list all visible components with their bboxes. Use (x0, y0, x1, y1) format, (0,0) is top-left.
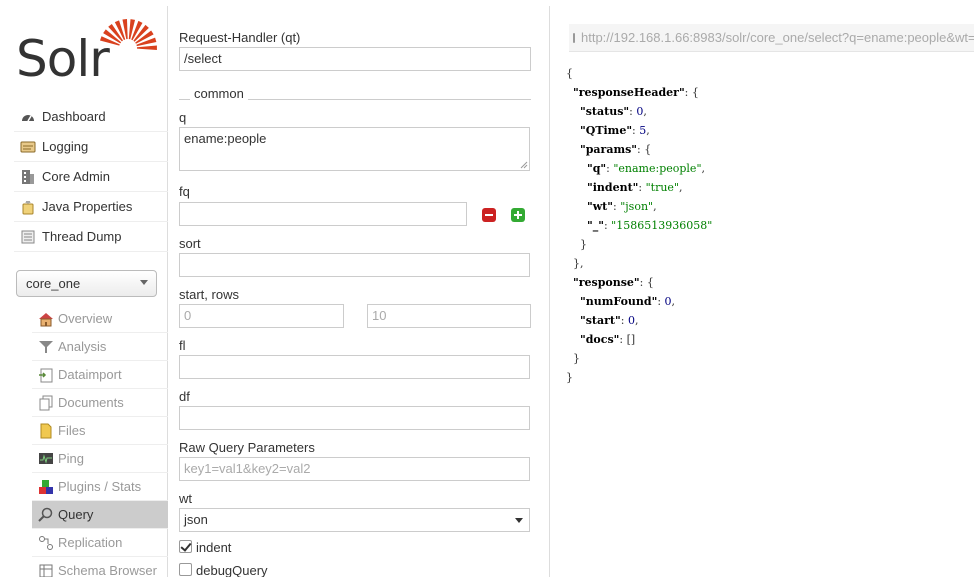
df-input[interactable] (179, 406, 530, 430)
link-icon (573, 32, 575, 43)
core-nav-files[interactable]: Files (32, 417, 168, 445)
core-nav-schema-browser[interactable]: Schema Browser (32, 557, 168, 577)
chevron-down-icon (140, 280, 148, 285)
fl-label: fl (179, 338, 186, 353)
fq-label: fq (179, 184, 190, 199)
analysis-icon (39, 340, 53, 353)
logo-ray (136, 45, 157, 51)
query-url: http://192.168.1.66:8983/solr/core_one/s… (581, 30, 974, 45)
debug-query-label: debugQuery (196, 563, 268, 577)
q-value: ename:people (184, 131, 267, 146)
sort-label: sort (179, 236, 201, 251)
overview-icon (39, 312, 53, 326)
schema-browser-icon (39, 564, 53, 577)
dashboard-icon (22, 114, 34, 121)
replication-icon (39, 535, 53, 550)
nav-item-logging[interactable]: Logging (14, 132, 168, 162)
indent-label: indent (196, 540, 232, 555)
raw-params-label: Raw Query Parameters (179, 440, 315, 455)
raw-params-input[interactable]: key1=val1&key2=val2 (179, 457, 530, 481)
common-legend: common (190, 86, 248, 101)
core-nav-dataimport[interactable]: Dataimport (32, 361, 168, 389)
debug-query-checkbox[interactable] (179, 563, 192, 576)
df-label: df (179, 389, 190, 404)
remove-fq-button[interactable] (482, 208, 496, 222)
nav-item-dashboard[interactable]: Dashboard (14, 102, 168, 132)
core-admin-icon (22, 169, 34, 184)
java-properties-icon (22, 200, 34, 214)
core-nav-ping[interactable]: Ping (32, 445, 168, 473)
start-rows-label: start, rows (179, 287, 239, 302)
query-url-bar[interactable]: http://192.168.1.66:8983/solr/core_one/s… (569, 24, 974, 52)
nav-item-java-properties[interactable]: Java Properties (14, 192, 168, 222)
core-nav-overview[interactable]: Overview (32, 305, 168, 333)
ping-icon (39, 452, 53, 464)
indent-checkbox[interactable] (179, 540, 192, 553)
core-nav: Overview Analysis Dataimport Documents F… (32, 305, 168, 577)
files-icon (40, 423, 52, 438)
rows-input[interactable]: 10 (367, 304, 531, 328)
thread-dump-icon (21, 230, 35, 243)
add-fq-button[interactable] (511, 208, 525, 222)
start-input[interactable]: 0 (179, 304, 344, 328)
response-json: { "responseHeader": { "status": 0, "QTim… (566, 67, 713, 384)
nav-item-core-admin[interactable]: Core Admin (14, 162, 168, 192)
core-nav-analysis[interactable]: Analysis (32, 333, 168, 361)
logo-wordmark: Solr (16, 30, 110, 88)
resize-handle-icon[interactable] (520, 161, 528, 169)
plugins-icon (39, 479, 53, 494)
q-textarea[interactable]: ename:people (179, 127, 530, 171)
wt-select[interactable]: json (179, 508, 530, 532)
qt-label: Request-Handler (qt) (179, 30, 301, 45)
logging-icon (20, 141, 36, 152)
qt-input[interactable]: /select (179, 47, 531, 71)
q-label: q (179, 110, 187, 125)
nav-item-thread-dump[interactable]: Thread Dump (14, 222, 168, 252)
wt-select-value: json (184, 512, 208, 527)
core-selector-value: core_one (26, 276, 81, 291)
dataimport-icon (39, 368, 53, 382)
core-nav-query[interactable]: Query (32, 501, 168, 529)
fl-input[interactable] (179, 355, 530, 379)
solr-logo[interactable]: Solr (16, 16, 157, 88)
query-form: Request-Handler (qt) /select common q en… (168, 6, 550, 577)
core-selector[interactable]: core_one (16, 270, 157, 297)
fq-input[interactable] (179, 202, 467, 226)
documents-icon (39, 395, 53, 410)
logo-sun-icon (99, 19, 157, 51)
main-nav: Dashboard Logging Core Admin Java Proper… (14, 102, 168, 252)
core-nav-documents[interactable]: Documents (32, 389, 168, 417)
core-nav-plugins-stats[interactable]: Plugins / Stats (32, 473, 168, 501)
core-nav-replication[interactable]: Replication (32, 529, 168, 557)
sidebar: Solr Dashboard Logging Core Admin Java P… (0, 6, 168, 577)
sort-input[interactable] (179, 253, 530, 277)
caret-down-icon (515, 518, 523, 523)
wt-label: wt (179, 491, 192, 506)
query-icon (38, 507, 53, 522)
